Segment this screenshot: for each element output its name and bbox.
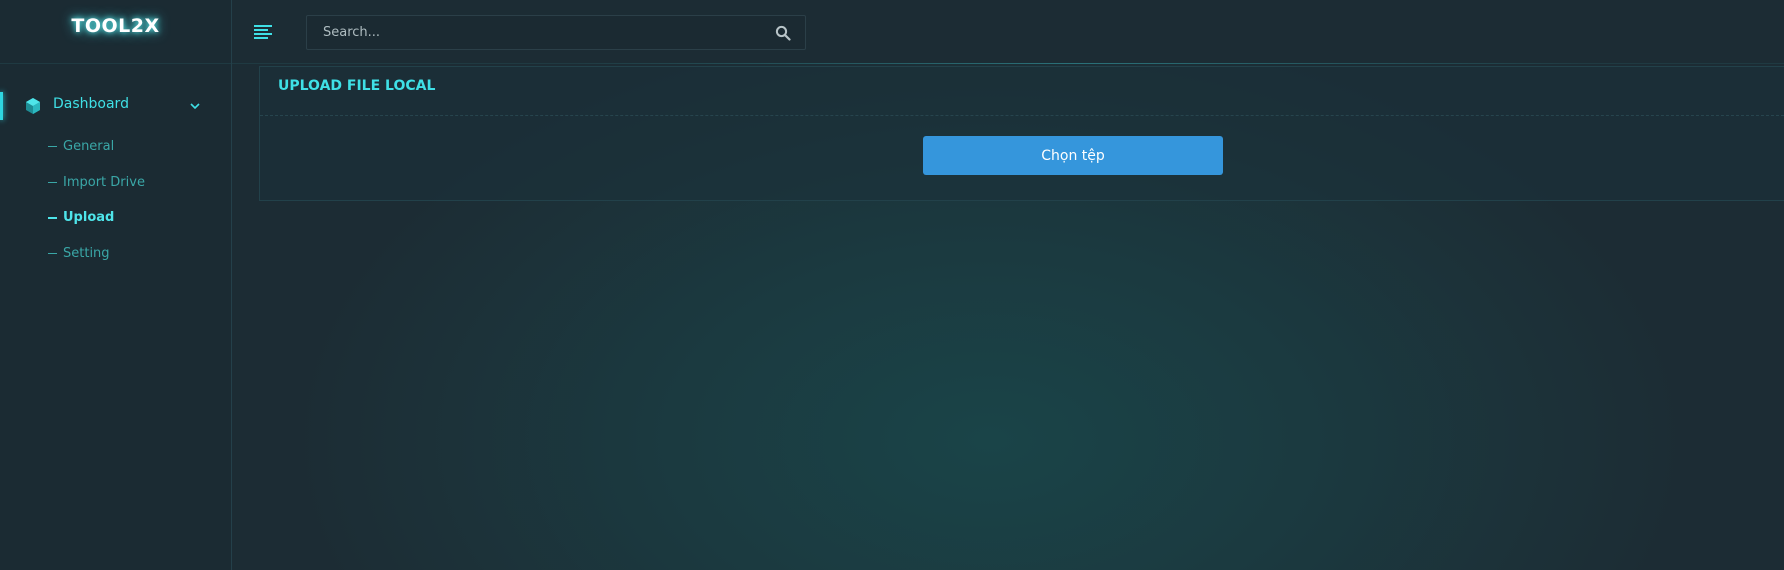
chevron-down-icon [190, 103, 200, 110]
upload-card: UPLOAD FILE LOCAL Chọn tệp [259, 66, 1784, 201]
search-box [306, 15, 806, 50]
sidebar-item-label: Setting [63, 246, 110, 261]
sidebar-item-upload[interactable]: Upload [48, 210, 114, 225]
sidebar-item-label: Upload [63, 210, 115, 225]
choose-file-button[interactable]: Chọn tệp [923, 136, 1223, 175]
brand-logo[interactable]: TOOL2X [0, 0, 231, 64]
cube-icon [26, 98, 40, 114]
dash-marker [48, 216, 57, 219]
sidebar: TOOL2X Dashboard General Import Drive Up… [0, 0, 232, 570]
search-input[interactable] [307, 16, 747, 49]
sidebar-group-dashboard[interactable]: Dashboard [0, 88, 232, 124]
top-header [232, 0, 1784, 64]
card-title: UPLOAD FILE LOCAL [278, 78, 436, 94]
dash-marker [48, 253, 57, 254]
sidebar-item-label: General [63, 139, 115, 154]
sidebar-item-import-drive[interactable]: Import Drive [48, 175, 145, 190]
hamburger-icon[interactable] [252, 22, 274, 42]
sidebar-item-setting[interactable]: Setting [48, 246, 110, 261]
dash-marker [48, 146, 57, 147]
sidebar-item-label: Import Drive [63, 175, 145, 190]
card-divider [260, 115, 1784, 116]
dash-marker [48, 182, 57, 183]
search-icon[interactable] [775, 25, 791, 41]
brand-name: TOOL2X [71, 14, 160, 37]
sidebar-item-general[interactable]: General [48, 139, 114, 154]
sidebar-group-label: Dashboard [53, 96, 129, 112]
